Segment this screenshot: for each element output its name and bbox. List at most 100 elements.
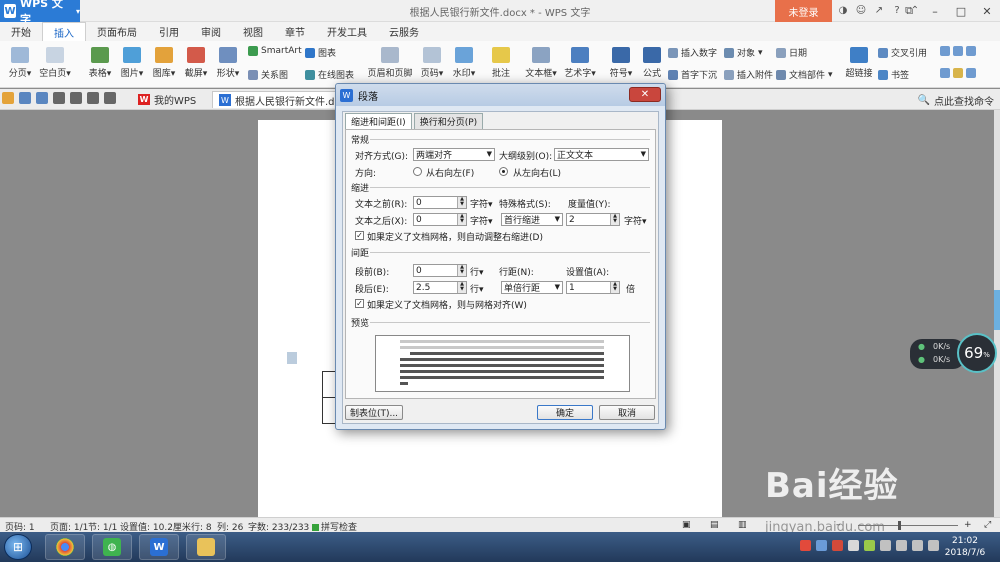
header-footer-button[interactable]: 页眉和页脚 bbox=[366, 47, 414, 79]
tab-indent-spacing[interactable]: 缩进和间距(I) bbox=[345, 113, 412, 129]
page-number-button[interactable]: 页码▾ bbox=[418, 47, 446, 79]
comment-button[interactable]: 批注 bbox=[488, 47, 514, 79]
measure-input[interactable]: 2 ▲ ▼ bbox=[566, 213, 620, 226]
scrollbar-thumb[interactable] bbox=[994, 290, 1000, 330]
watermark-button[interactable]: 水印▾ bbox=[450, 47, 478, 79]
app-menu-button[interactable]: W WPS 文字 ▾ bbox=[0, 0, 80, 26]
tab-my-wps[interactable]: W 我的WPS bbox=[132, 91, 202, 108]
start-button[interactable]: ⊞ bbox=[4, 534, 32, 560]
tab-review[interactable]: 审阅 bbox=[190, 22, 232, 41]
picture-button[interactable]: 图片▾ bbox=[118, 47, 146, 79]
gallery-button[interactable]: 图库▾ bbox=[150, 47, 178, 79]
spinner-icon[interactable]: ▲ ▼ bbox=[457, 265, 466, 276]
wordart-button[interactable]: 艺术字▾ bbox=[562, 47, 598, 79]
dialog-title-bar[interactable]: W 段落 bbox=[336, 84, 665, 106]
taskbar-chrome[interactable] bbox=[45, 534, 85, 560]
command-search[interactable]: 🔍 点此查找命令 bbox=[918, 93, 994, 108]
redo-icon[interactable] bbox=[104, 92, 116, 104]
view-mode-icon[interactable]: ▤ bbox=[710, 520, 719, 530]
shape-button[interactable]: 形状▾ bbox=[214, 47, 242, 79]
undo-icon[interactable] bbox=[87, 92, 99, 104]
taskbar-wechat[interactable]: ◍ bbox=[92, 534, 132, 560]
symbol-button[interactable]: 符号▾ bbox=[608, 47, 634, 79]
unit-char-label[interactable]: 字符▾ bbox=[624, 214, 647, 227]
spinner-icon[interactable]: ▲ ▼ bbox=[610, 214, 619, 225]
minimize-icon[interactable]: – bbox=[922, 0, 948, 22]
tab-section[interactable]: 章节 bbox=[274, 22, 316, 41]
object-button[interactable]: 对象 ▾ bbox=[724, 46, 763, 59]
tab-stops-button[interactable]: 制表位(T)... bbox=[345, 405, 403, 420]
form-controls-row1[interactable] bbox=[940, 46, 976, 56]
unit-char-label[interactable]: 字符▾ bbox=[470, 197, 493, 210]
login-button[interactable]: 未登录 bbox=[775, 0, 832, 22]
sogou-ime-icon[interactable] bbox=[800, 540, 811, 551]
formula-button[interactable]: 公式 bbox=[640, 47, 664, 79]
form-controls-row2[interactable] bbox=[940, 68, 976, 78]
unit-char-label[interactable]: 字符▾ bbox=[470, 214, 493, 227]
vertical-scrollbar[interactable] bbox=[994, 110, 1000, 517]
security-icon[interactable] bbox=[832, 540, 843, 551]
dialog-close-button[interactable]: ✕ bbox=[629, 87, 661, 102]
feedback-icon[interactable]: ☺ bbox=[854, 3, 868, 18]
taskbar-wps[interactable]: W bbox=[139, 534, 179, 560]
close-icon[interactable]: ✕ bbox=[974, 0, 1000, 22]
screenshot-button[interactable]: 截屏▾ bbox=[182, 47, 210, 79]
auto-indent-checkbox[interactable]: ✓ bbox=[355, 231, 364, 240]
special-format-select[interactable]: 首行缩进 ▼ bbox=[501, 213, 563, 226]
taskbar-explorer[interactable] bbox=[186, 534, 226, 560]
tab-view[interactable]: 视图 bbox=[232, 22, 274, 41]
line-spacing-select[interactable]: 单倍行距 ▼ bbox=[501, 281, 563, 294]
space-before-input[interactable]: 0 ▲ ▼ bbox=[413, 264, 467, 277]
zoom-slider-knob[interactable] bbox=[898, 521, 901, 530]
print-icon[interactable] bbox=[53, 92, 65, 104]
before-text-input[interactable]: 0 ▲ ▼ bbox=[413, 196, 467, 209]
drop-cap-button[interactable]: 首字下沉 bbox=[668, 68, 717, 81]
spinner-icon[interactable]: ▲ ▼ bbox=[610, 282, 619, 293]
ltr-radio[interactable] bbox=[499, 167, 508, 176]
export-pdf-icon[interactable] bbox=[36, 92, 48, 104]
online-chart-button[interactable]: 在线图表 bbox=[305, 68, 354, 81]
tab-references[interactable]: 引用 bbox=[148, 22, 190, 41]
share-icon[interactable]: ↗ bbox=[872, 3, 886, 18]
open-icon[interactable] bbox=[2, 92, 14, 104]
view-mode-icon[interactable]: ▥ bbox=[738, 520, 747, 530]
tab-developer[interactable]: 开发工具 bbox=[316, 22, 378, 41]
spinner-icon[interactable]: ▲ ▼ bbox=[457, 214, 466, 225]
ok-button[interactable]: 确定 bbox=[537, 405, 593, 420]
spinner-icon[interactable]: ▲ ▼ bbox=[457, 282, 466, 293]
textbox-button[interactable]: 文本框▾ bbox=[524, 47, 558, 79]
flag-icon[interactable] bbox=[880, 540, 891, 551]
unit-line-label[interactable]: 行▾ bbox=[470, 282, 484, 295]
battery-icon[interactable] bbox=[896, 540, 907, 551]
network-monitor-widget[interactable]: ● 0K/s ● 0K/s 69% bbox=[910, 333, 998, 373]
network-icon[interactable] bbox=[912, 540, 923, 551]
skin-icon[interactable]: ◑ bbox=[836, 3, 850, 18]
tab-line-page-break[interactable]: 换行和分页(P) bbox=[413, 113, 484, 129]
maximize-icon[interactable]: □ bbox=[948, 0, 974, 22]
antivirus-icon[interactable] bbox=[864, 540, 875, 551]
hyperlink-button[interactable]: 超链接 bbox=[844, 47, 874, 79]
help-icon[interactable] bbox=[816, 540, 827, 551]
smartart-button[interactable]: SmartArt bbox=[248, 46, 302, 56]
taskbar-clock[interactable]: 21:02 2018/7/6 bbox=[930, 535, 1000, 559]
paragraph-layout-icon[interactable] bbox=[287, 352, 297, 364]
rtl-radio[interactable] bbox=[413, 167, 422, 176]
restore-icon[interactable]: ⧉ bbox=[896, 0, 922, 22]
unit-line-label[interactable]: 行▾ bbox=[470, 265, 484, 278]
table-button[interactable]: 表格▾ bbox=[86, 47, 114, 79]
grid-align-checkbox[interactable]: ✓ bbox=[355, 299, 364, 308]
doc-parts-button[interactable]: 文档部件 ▾ bbox=[776, 68, 833, 81]
cross-ref-button[interactable]: 交叉引用 bbox=[878, 46, 927, 59]
attachment-button[interactable]: 插入附件 bbox=[724, 68, 773, 81]
insert-number-button[interactable]: 插入数字 bbox=[668, 46, 717, 59]
relation-chart-button[interactable]: 关系图 bbox=[248, 68, 288, 81]
bookmark-button[interactable]: 书签 bbox=[878, 68, 909, 81]
tab-cloud[interactable]: 云服务 bbox=[378, 22, 430, 41]
setting-value-input[interactable]: 1 ▲ ▼ bbox=[566, 281, 620, 294]
print-preview-icon[interactable] bbox=[70, 92, 82, 104]
spinner-icon[interactable]: ▲ ▼ bbox=[457, 197, 466, 208]
date-button[interactable]: 日期 bbox=[776, 46, 807, 59]
after-text-input[interactable]: 0 ▲ ▼ bbox=[413, 213, 467, 226]
page-break-button[interactable]: 分页▾ bbox=[6, 47, 34, 79]
cancel-button[interactable]: 取消 bbox=[599, 405, 655, 420]
